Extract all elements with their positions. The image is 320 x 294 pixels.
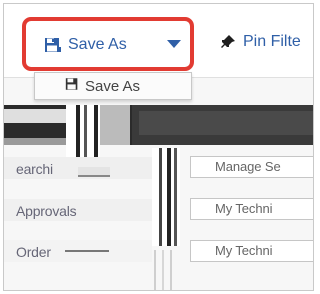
save-as-dropdown: Save As	[34, 72, 192, 100]
column-divider	[174, 148, 177, 246]
pin-filter-button[interactable]: Pin Filte	[221, 31, 301, 53]
column-divider	[159, 148, 162, 246]
caret-down-icon[interactable]	[167, 40, 181, 48]
row-bg	[78, 167, 110, 177]
app-frame: Save As Pin Filte Save As earchi Approva…	[3, 3, 314, 291]
content-header	[100, 105, 130, 145]
content-header	[139, 111, 313, 135]
column-divider	[170, 250, 172, 290]
save-as-label: Save As	[68, 36, 127, 53]
dropdown-item-label: Save As	[85, 77, 141, 95]
background-content: earchi Approvals Order Manage Se My Tech…	[4, 100, 313, 290]
row-label: earchi	[16, 161, 53, 177]
right-list-label: My Techni	[215, 201, 273, 216]
pin-filter-label: Pin Filte	[243, 33, 301, 50]
right-list-label: Manage Se	[215, 159, 281, 174]
column-divider	[167, 148, 171, 246]
row-label: Order	[16, 244, 51, 260]
content-header	[4, 109, 66, 123]
save-icon	[44, 37, 61, 53]
content-header	[4, 138, 66, 145]
right-list-label: My Techni	[215, 243, 273, 258]
save-as-split-button: Save As	[22, 17, 194, 71]
row-label: Approvals	[16, 203, 77, 219]
save-as-button[interactable]: Save As	[44, 33, 127, 57]
row-bg	[65, 250, 109, 252]
column-divider	[154, 250, 156, 290]
column-divider	[162, 250, 164, 290]
save-icon	[65, 77, 79, 95]
dropdown-save-as-item[interactable]: Save As	[65, 77, 140, 95]
toolbar: Save As Pin Filte	[4, 4, 313, 78]
pin-icon	[221, 35, 235, 49]
